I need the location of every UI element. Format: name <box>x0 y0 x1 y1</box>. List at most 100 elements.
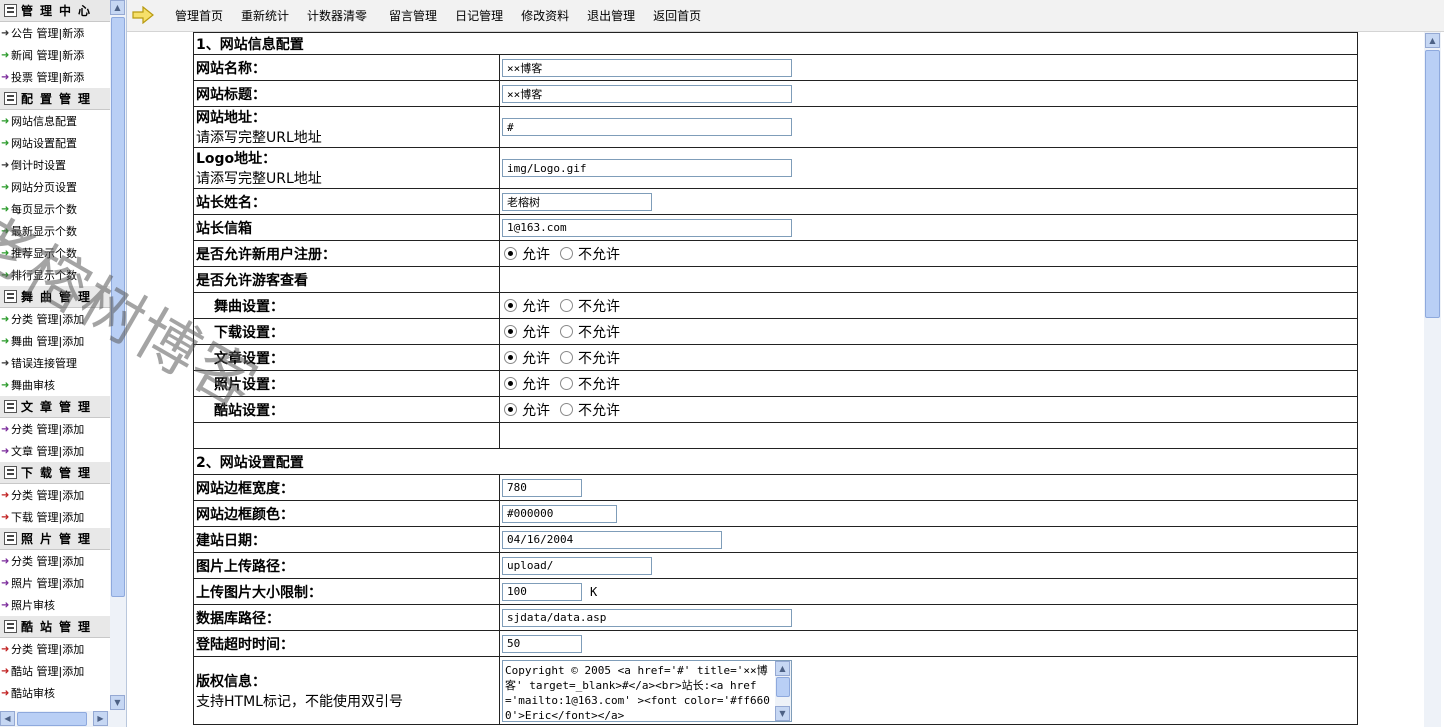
sidebar-hscroll-thumb[interactable] <box>17 712 87 726</box>
radio-allow[interactable] <box>504 325 517 338</box>
text-input[interactable] <box>502 556 652 575</box>
form-row: 是否允许新用户注册： 允许 不允许 <box>193 240 1358 267</box>
sidebar-item-label: 每页显示个数 <box>11 203 77 216</box>
radio-label: 允许 <box>522 246 550 263</box>
sidebar-section-label: 舞曲管理 <box>21 290 98 304</box>
arrow-bullet-icon: ➜ <box>1 599 10 611</box>
sidebar-vertical-scrollbar[interactable]: ▲ ▼ <box>110 0 126 711</box>
sidebar-horizontal-scrollbar[interactable]: ◀ ▶ <box>0 711 126 727</box>
sidebar-item[interactable]: ➜ 最新显示个数 <box>0 220 110 242</box>
nav-recount[interactable]: 重新统计 <box>241 7 289 24</box>
sidebar-item-label: 最新显示个数 <box>11 225 77 238</box>
sidebar-item[interactable]: ➜ 酷站审核 <box>0 682 110 704</box>
sidebar-section-header: 配置管理 <box>0 88 110 110</box>
text-input[interactable] <box>502 582 582 601</box>
scroll-up-icon[interactable]: ▲ <box>1425 33 1440 48</box>
sidebar-item[interactable]: ➜ 网站信息配置 <box>0 110 110 132</box>
text-input[interactable] <box>502 118 792 136</box>
text-input[interactable] <box>502 58 792 77</box>
sidebar-item[interactable]: ➜ 舞曲 管理|添加 <box>0 330 110 352</box>
textarea-content[interactable]: Copyright © 2005 <a href='#' title='××博客… <box>503 661 775 721</box>
radio-disallow[interactable] <box>560 403 573 416</box>
text-input[interactable] <box>502 218 792 237</box>
sidebar-item[interactable]: ➜ 照片 管理|添加 <box>0 572 110 594</box>
config-form: 1、网站信息配置网站名称：网站标题：网站地址：请添写完整URL地址Logo地址：… <box>193 32 1358 725</box>
field-hint: 支持HTML标记，不能使用双引号 <box>196 693 403 710</box>
textarea-scroll-thumb[interactable] <box>776 676 790 697</box>
field-value-cell <box>499 630 1358 657</box>
sidebar-item[interactable]: ➜ 网站分页设置 <box>0 176 110 198</box>
nav-edit-profile[interactable]: 修改资料 <box>521 7 569 24</box>
sidebar-item[interactable]: ➜ 舞曲审核 <box>0 374 110 396</box>
sidebar-item[interactable]: ➜ 推荐显示个数 <box>0 242 110 264</box>
sidebar-item[interactable]: ➜ 错误连接管理 <box>0 352 110 374</box>
nav-admin-home[interactable]: 管理首页 <box>175 7 223 24</box>
scroll-down-icon[interactable]: ▼ <box>110 695 125 710</box>
scroll-down-icon[interactable]: ▼ <box>775 705 790 721</box>
text-input[interactable] <box>502 159 792 177</box>
sidebar-item[interactable]: ➜ 分类 管理|添加 <box>0 308 110 330</box>
scroll-up-icon[interactable]: ▲ <box>110 0 125 15</box>
scroll-up-icon[interactable]: ▲ <box>775 660 790 676</box>
text-input[interactable] <box>502 192 652 211</box>
arrow-bullet-icon: ➜ <box>1 159 10 171</box>
scroll-right-icon[interactable]: ▶ <box>93 711 108 726</box>
sidebar-item[interactable]: ➜ 网站设置配置 <box>0 132 110 154</box>
sidebar-item[interactable]: ➜ 公告 管理|新添 <box>0 22 110 44</box>
main-vertical-scrollbar[interactable]: ▲ <box>1424 32 1441 727</box>
scroll-left-icon[interactable]: ◀ <box>0 711 15 726</box>
nav-reset-counter[interactable]: 计数器清零 <box>307 7 367 24</box>
arrow-bullet-icon: ➜ <box>1 511 10 523</box>
arrow-bullet-icon: ➜ <box>1 115 10 127</box>
text-input[interactable] <box>502 634 582 653</box>
text-input[interactable] <box>502 530 722 549</box>
sidebar-item[interactable]: ➜ 分类 管理|添加 <box>0 484 110 506</box>
sidebar-item[interactable]: ➜ 倒计时设置 <box>0 154 110 176</box>
field-label: 上传图片大小限制： <box>196 584 322 601</box>
sidebar-item[interactable]: ➜ 酷站 管理|添加 <box>0 660 110 682</box>
text-input[interactable] <box>502 84 792 103</box>
form-row: 网站名称： <box>193 54 1358 81</box>
radio-allow[interactable] <box>504 247 517 260</box>
textarea-scrollbar[interactable]: ▲ ▼ <box>775 660 791 721</box>
text-input[interactable] <box>502 478 582 497</box>
sidebar-item[interactable]: ➜ 下载 管理|添加 <box>0 506 110 528</box>
form-row: 图片上传路径： <box>193 552 1358 579</box>
menu-section-icon <box>4 466 17 479</box>
nav-diary[interactable]: 日记管理 <box>455 7 503 24</box>
radio-disallow[interactable] <box>560 325 573 338</box>
sidebar-item[interactable]: ➜ 投票 管理|新添 <box>0 66 110 88</box>
radio-disallow[interactable] <box>560 247 573 260</box>
sidebar-item[interactable]: ➜ 照片审核 <box>0 594 110 616</box>
sidebar-item[interactable]: ➜ 新闻 管理|新添 <box>0 44 110 66</box>
sidebar-scroll-thumb[interactable] <box>111 17 125 597</box>
menu-section-icon <box>4 290 17 303</box>
sidebar-section-header: 文章管理 <box>0 396 110 418</box>
sidebar-item[interactable]: ➜ 排行显示个数 <box>0 264 110 286</box>
radio-disallow[interactable] <box>560 299 573 312</box>
nav-logout[interactable]: 退出管理 <box>587 7 635 24</box>
sidebar-item[interactable]: ➜ 分类 管理|添加 <box>0 550 110 572</box>
form-row: 下载设置： 允许 不允许 <box>193 318 1358 345</box>
text-input[interactable] <box>502 504 617 523</box>
sidebar-item[interactable]: ➜ 文章 管理|添加 <box>0 440 110 462</box>
field-label: 酷站设置： <box>214 402 284 419</box>
radio-allow[interactable] <box>504 299 517 312</box>
sidebar-item[interactable]: ➜ 分类 管理|添加 <box>0 418 110 440</box>
sidebar-item[interactable]: ➜ 分类 管理|添加 <box>0 638 110 660</box>
radio-label: 不允许 <box>578 376 620 393</box>
main-scroll-thumb[interactable] <box>1425 50 1440 318</box>
radio-allow[interactable] <box>504 377 517 390</box>
nav-guestbook[interactable]: 留言管理 <box>389 7 437 24</box>
sidebar-section-label: 文章管理 <box>21 400 98 414</box>
nav-back-home[interactable]: 返回首页 <box>653 7 701 24</box>
radio-allow[interactable] <box>504 403 517 416</box>
radio-allow[interactable] <box>504 351 517 364</box>
field-label: 照片设置： <box>214 376 284 393</box>
field-value-cell: 允许 不允许 <box>499 344 1358 371</box>
copyright-textarea[interactable]: Copyright © 2005 <a href='#' title='××博客… <box>502 659 792 722</box>
sidebar-item[interactable]: ➜ 每页显示个数 <box>0 198 110 220</box>
radio-disallow[interactable] <box>560 351 573 364</box>
radio-disallow[interactable] <box>560 377 573 390</box>
text-input[interactable] <box>502 608 792 627</box>
